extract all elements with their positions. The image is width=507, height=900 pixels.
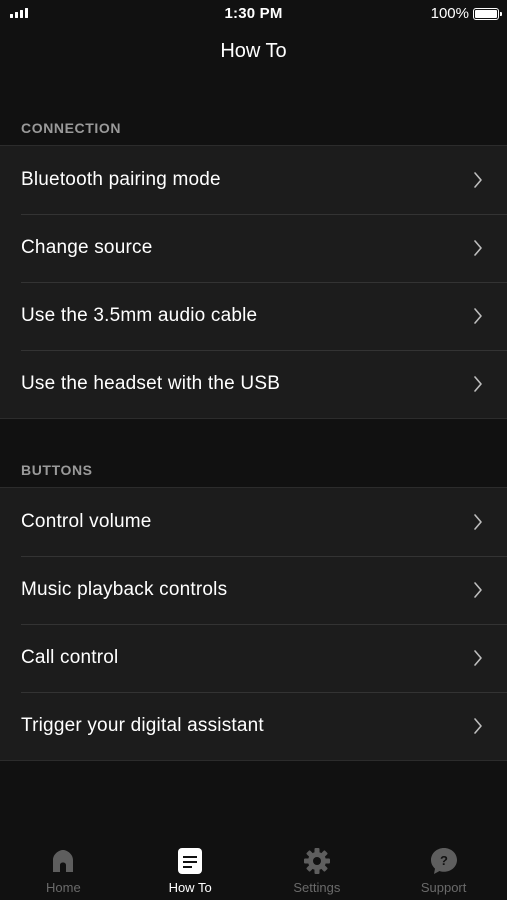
list-item-bluetooth-pairing[interactable]: Bluetooth pairing mode <box>0 146 507 214</box>
chevron-right-icon <box>474 240 482 256</box>
svg-text:?: ? <box>440 853 448 868</box>
list-item-label: Control volume <box>21 511 152 532</box>
section-header-connection: CONNECTION <box>21 120 122 136</box>
battery-percent: 100% <box>430 5 469 22</box>
chevron-right-icon <box>474 582 482 598</box>
page-title: How To <box>220 40 287 62</box>
tab-label: Settings <box>293 880 341 895</box>
section-header-buttons: BUTTONS <box>21 462 93 478</box>
tab-label: Home <box>46 880 81 895</box>
list-item-usb-headset[interactable]: Use the headset with the USB <box>0 350 507 418</box>
buttons-list: Control volume Music playback controls C… <box>0 487 507 761</box>
tab-bar: Home How To Settings ? Support <box>0 838 507 900</box>
connection-list: Bluetooth pairing mode Change source Use… <box>0 145 507 419</box>
list-item-control-volume[interactable]: Control volume <box>0 488 507 556</box>
list-item-label: Change source <box>21 237 153 258</box>
gear-icon <box>302 846 332 876</box>
chevron-right-icon <box>474 718 482 734</box>
home-icon <box>48 846 78 876</box>
list-item-call-control[interactable]: Call control <box>0 624 507 692</box>
list-item-change-source[interactable]: Change source <box>0 214 507 282</box>
list-item-audio-cable[interactable]: Use the 3.5mm audio cable <box>0 282 507 350</box>
list-item-label: Use the 3.5mm audio cable <box>21 305 258 326</box>
list-item-label: Music playback controls <box>21 579 228 600</box>
status-bar: 1:30 PM 100% <box>0 0 507 28</box>
chevron-right-icon <box>474 514 482 530</box>
list-item-label: Trigger your digital assistant <box>21 715 264 736</box>
battery-status: 100% <box>430 5 502 22</box>
tab-home[interactable]: Home <box>0 838 127 900</box>
list-item-label: Call control <box>21 647 119 668</box>
chevron-right-icon <box>474 308 482 324</box>
battery-icon <box>473 7 502 20</box>
list-item-label: Use the headset with the USB <box>21 373 281 394</box>
list-item-digital-assistant[interactable]: Trigger your digital assistant <box>0 692 507 760</box>
tab-label: Support <box>420 880 467 895</box>
tab-label: How To <box>168 880 212 895</box>
tab-settings[interactable]: Settings <box>254 838 381 900</box>
chevron-right-icon <box>474 172 482 188</box>
list-item-label: Bluetooth pairing mode <box>21 169 221 190</box>
list-item-music-playback[interactable]: Music playback controls <box>0 556 507 624</box>
tab-how-to[interactable]: How To <box>127 838 254 900</box>
chevron-right-icon <box>474 650 482 666</box>
document-icon <box>175 846 205 876</box>
tab-support[interactable]: ? Support <box>380 838 507 900</box>
question-bubble-icon: ? <box>429 846 459 876</box>
chevron-right-icon <box>474 376 482 392</box>
